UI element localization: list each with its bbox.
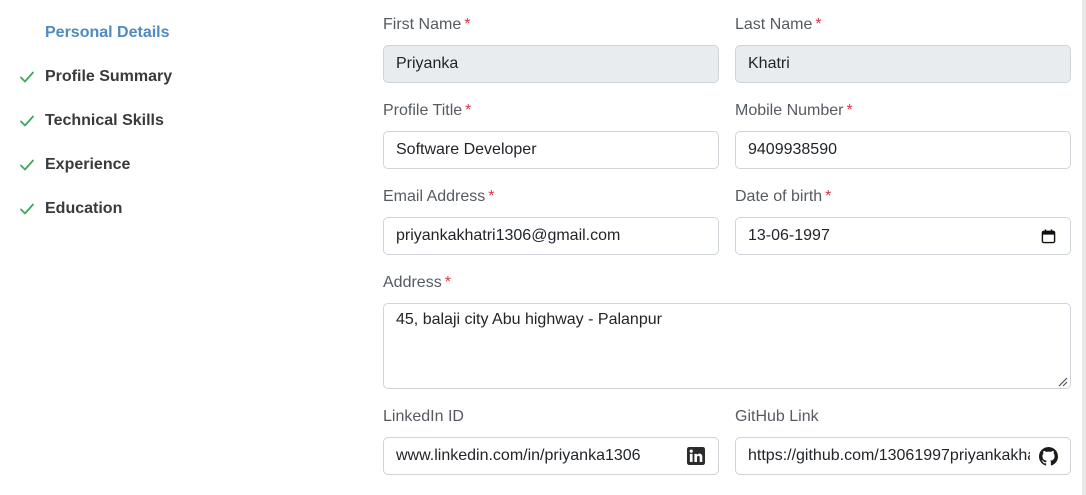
address-label: Address *	[383, 274, 451, 292]
mobile-number-label: Mobile Number *	[735, 102, 853, 120]
step-label: Personal Details	[45, 24, 170, 41]
check-icon	[18, 113, 35, 130]
required-marker: *	[465, 102, 472, 119]
github-label: GitHub Link	[735, 408, 819, 426]
first-name-label: First Name *	[383, 16, 470, 34]
last-name-label-text: Last Name	[735, 16, 813, 33]
calendar-icon[interactable]	[1038, 226, 1058, 246]
mobile-number-value: 9409938590	[748, 141, 837, 158]
github-value: https://github.com/13061997priyankakhatr…	[748, 447, 1030, 464]
required-marker: *	[444, 274, 451, 291]
resize-grip-icon[interactable]	[1056, 374, 1068, 387]
step-label: Technical Skills	[45, 112, 164, 129]
email-label-text: Email Address	[383, 188, 486, 205]
profile-title-value: Software Developer	[396, 141, 537, 158]
linkedin-input[interactable]: www.linkedin.com/in/priyanka1306	[383, 437, 719, 475]
first-name-input[interactable]: Priyanka	[383, 45, 719, 83]
linkedin-value: www.linkedin.com/in/priyanka1306	[396, 447, 641, 464]
address-value: 45, balaji city Abu highway - Palanpur	[396, 311, 662, 328]
address-textarea[interactable]: 45, balaji city Abu highway - Palanpur	[383, 303, 1071, 389]
first-name-label-text: First Name	[383, 16, 462, 33]
check-icon	[18, 201, 35, 218]
required-marker: *	[846, 102, 853, 119]
step-experience[interactable]: Experience	[0, 153, 130, 177]
step-label: Experience	[45, 156, 131, 173]
step-label: Education	[45, 200, 123, 217]
step-label: Profile Summary	[45, 68, 173, 85]
email-value: priyankakhatri1306@gmail.com	[396, 227, 621, 244]
resume-form-page: Personal Details Profile Summary Technic…	[0, 0, 1086, 495]
required-marker: *	[464, 16, 471, 33]
last-name-label: Last Name *	[735, 16, 822, 34]
github-icon	[1038, 446, 1058, 466]
email-input[interactable]: priyankakhatri1306@gmail.com	[383, 217, 719, 255]
last-name-value: Khatri	[748, 55, 790, 72]
email-label: Email Address *	[383, 188, 495, 206]
github-input[interactable]: https://github.com/13061997priyankakhatr…	[735, 437, 1071, 475]
step-technical-skills[interactable]: Technical Skills	[0, 109, 164, 133]
profile-title-label-text: Profile Title	[383, 102, 463, 119]
mobile-number-label-text: Mobile Number	[735, 102, 844, 119]
check-icon	[18, 69, 35, 86]
required-marker: *	[825, 188, 832, 205]
step-education[interactable]: Education	[0, 197, 122, 221]
mobile-number-input[interactable]: 9409938590	[735, 131, 1071, 169]
dob-label-text: Date of birth	[735, 188, 823, 205]
check-icon	[18, 157, 35, 174]
address-label-text: Address	[383, 274, 442, 291]
first-name-value: Priyanka	[396, 55, 459, 72]
required-marker: *	[815, 16, 822, 33]
dob-value: 13-06-1997	[748, 227, 830, 244]
linkedin-label-text: LinkedIn ID	[383, 408, 464, 425]
step-profile-summary[interactable]: Profile Summary	[0, 65, 172, 89]
last-name-input[interactable]: Khatri	[735, 45, 1071, 83]
dob-input[interactable]: 13-06-1997	[735, 217, 1071, 255]
required-marker: *	[488, 188, 495, 205]
linkedin-label: LinkedIn ID	[383, 408, 464, 426]
github-label-text: GitHub Link	[735, 408, 819, 425]
profile-title-label: Profile Title *	[383, 102, 471, 120]
linkedin-icon	[686, 446, 706, 466]
dob-label: Date of birth *	[735, 188, 831, 206]
step-personal-details[interactable]: Personal Details	[0, 21, 170, 45]
profile-title-input[interactable]: Software Developer	[383, 131, 719, 169]
page-scrollbar[interactable]	[1082, 0, 1086, 495]
